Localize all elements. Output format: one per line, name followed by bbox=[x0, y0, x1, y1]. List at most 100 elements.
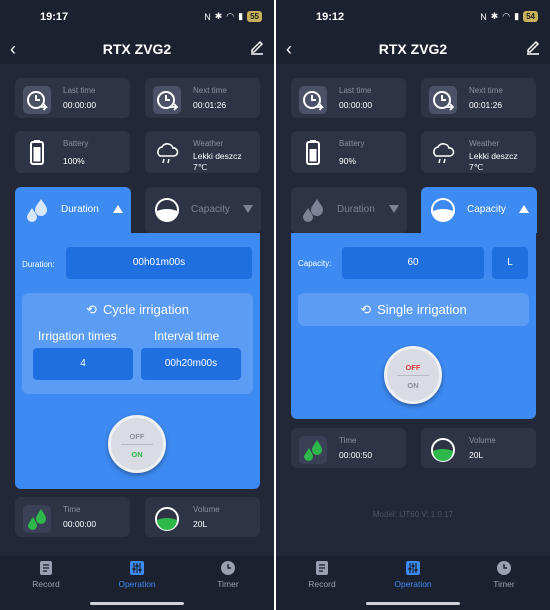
app-header: ‹ RTX ZVG2 bbox=[276, 34, 550, 64]
nav-record-label: Record bbox=[308, 579, 336, 589]
chevron-up-icon bbox=[113, 205, 123, 213]
toggle-on-label: ON bbox=[131, 450, 143, 459]
next-time-card: Next time 00:01:26 bbox=[421, 78, 536, 118]
bluetooth-icon: ✱ bbox=[214, 11, 223, 21]
record-icon bbox=[316, 561, 328, 575]
status-bar: 19:17 N ✱ ◠ ▮ 55 bbox=[0, 0, 274, 34]
status-time: 19:12 bbox=[316, 11, 345, 23]
next-time-card: Next time 00:01:26 bbox=[145, 78, 260, 118]
toggle-divider bbox=[121, 444, 153, 445]
water-drops-icon bbox=[27, 199, 47, 222]
nav-operation[interactable]: Operation bbox=[383, 560, 443, 589]
phone-screen-right: 19:12 N ✱ ◠ ▮ 54 ‹ RTX ZVG2 Last time 00… bbox=[276, 0, 550, 610]
nav-record-label: Record bbox=[32, 579, 60, 589]
tab-duration[interactable]: Duration bbox=[291, 187, 407, 233]
weather-value: Lekki deszcz 7℃ bbox=[193, 151, 242, 173]
weather-label: Weather bbox=[193, 139, 224, 148]
battery-label: Battery bbox=[63, 139, 89, 148]
nav-timer-label: Timer bbox=[217, 579, 239, 589]
home-indicator[interactable] bbox=[90, 602, 184, 605]
time-card: Time 00:00:00 bbox=[15, 497, 130, 537]
cycle-irrigation-label: Cycle irrigation bbox=[102, 302, 189, 317]
tab-capacity[interactable]: Capacity bbox=[421, 187, 537, 233]
weather-temperature: 7℃ bbox=[193, 162, 208, 172]
green-level-icon bbox=[155, 507, 179, 531]
clock-forward-icon bbox=[153, 86, 181, 114]
tab-duration-label: Duration bbox=[61, 204, 99, 215]
sliders-icon bbox=[130, 561, 144, 575]
irrigation-times-field[interactable]: 4 bbox=[33, 348, 133, 380]
duration-field[interactable]: 00h01m00s bbox=[66, 247, 252, 279]
time-value: 00:00:00 bbox=[63, 519, 97, 529]
capacity-label: Capacity: bbox=[298, 259, 332, 268]
nav-timer[interactable]: Timer bbox=[198, 560, 258, 589]
wifi-icon: ◠ bbox=[502, 11, 511, 21]
home-indicator[interactable] bbox=[366, 602, 460, 605]
nav-record[interactable]: Record bbox=[16, 560, 76, 589]
clock-back-icon bbox=[23, 86, 51, 114]
green-drops-icon bbox=[299, 436, 327, 464]
last-time-card: Last time 00:00:00 bbox=[15, 78, 130, 118]
volume-card: Volume 20L bbox=[145, 497, 260, 537]
battery-icon: 54 bbox=[523, 11, 538, 22]
clock-back-icon bbox=[299, 86, 327, 114]
battery-label: Battery bbox=[339, 139, 365, 148]
record-icon bbox=[40, 561, 52, 575]
battery-level-icon bbox=[30, 140, 44, 165]
water-level-icon bbox=[155, 198, 179, 222]
chevron-down-icon bbox=[389, 205, 399, 213]
capacity-field[interactable]: 60 bbox=[342, 247, 484, 279]
nav-timer[interactable]: Timer bbox=[474, 560, 534, 589]
last-time-value: 00:00:00 bbox=[63, 100, 97, 110]
water-drops-icon bbox=[303, 199, 323, 222]
app-header: ‹ RTX ZVG2 bbox=[0, 34, 274, 64]
timer-icon bbox=[221, 561, 235, 575]
time-value: 00:00:50 bbox=[339, 450, 373, 460]
next-time-label: Next time bbox=[193, 86, 227, 95]
power-toggle[interactable]: OFF ON bbox=[108, 415, 166, 473]
volume-value: 20L bbox=[469, 450, 484, 460]
tab-capacity[interactable]: Capacity bbox=[145, 187, 261, 233]
page-title: RTX ZVG2 bbox=[102, 41, 172, 57]
volume-label: Volume bbox=[469, 436, 496, 445]
cycle-irrigation-title[interactable]: ⟲ Cycle irrigation bbox=[22, 302, 253, 318]
time-card: Time 00:00:50 bbox=[291, 428, 406, 468]
nav-record[interactable]: Record bbox=[292, 560, 352, 589]
timer-icon bbox=[497, 561, 511, 575]
single-irrigation-title: ⟲ Single irrigation bbox=[298, 302, 529, 318]
capacity-unit-selector[interactable]: L bbox=[492, 247, 528, 279]
bluetooth-icon: ✱ bbox=[490, 11, 499, 21]
last-time-card: Last time 00:00:00 bbox=[291, 78, 406, 118]
last-time-value: 00:00:00 bbox=[339, 100, 373, 110]
interval-time-field[interactable]: 00h20m00s bbox=[141, 348, 241, 380]
nav-timer-label: Timer bbox=[493, 579, 515, 589]
chevron-up-icon bbox=[519, 205, 529, 213]
rain-cloud-icon bbox=[433, 143, 455, 164]
signal-icon: ▮ bbox=[238, 11, 244, 21]
last-time-label: Last time bbox=[63, 86, 96, 95]
wifi-icon: ◠ bbox=[226, 11, 235, 21]
nav-operation-label: Operation bbox=[394, 579, 432, 589]
weather-condition: Lekki deszcz bbox=[193, 151, 242, 161]
time-label: Time bbox=[339, 436, 357, 445]
edit-pencil-icon[interactable] bbox=[526, 39, 540, 55]
irrigation-times-label: Irrigation times bbox=[38, 329, 117, 343]
edit-pencil-icon[interactable] bbox=[250, 39, 264, 55]
signal-icon: ▮ bbox=[514, 11, 520, 21]
interval-time-label: Interval time bbox=[154, 329, 220, 343]
single-irrigation-label: Single irrigation bbox=[377, 302, 467, 317]
time-label: Time bbox=[63, 505, 81, 514]
bottom-nav: Record Operation Timer bbox=[0, 556, 274, 596]
phone-screen-left: 19:17 N ✱ ◠ ▮ 55 ‹ RTX ZVG2 Last time 00… bbox=[0, 0, 274, 610]
battery-card: Battery 100% bbox=[15, 131, 130, 173]
nav-operation[interactable]: Operation bbox=[107, 560, 167, 589]
tab-duration[interactable]: Duration bbox=[15, 187, 131, 233]
status-bar: 19:12 N ✱ ◠ ▮ 54 bbox=[276, 0, 550, 34]
next-time-label: Next time bbox=[469, 86, 503, 95]
power-toggle[interactable]: OFF ON bbox=[384, 346, 442, 404]
rain-cloud-icon bbox=[157, 143, 179, 164]
repeat-icon: ⟲ bbox=[86, 302, 97, 317]
battery-value: 100% bbox=[63, 156, 85, 166]
sliders-icon bbox=[406, 561, 420, 575]
single-irrigation-button[interactable]: ⟲ Single irrigation bbox=[298, 293, 529, 326]
